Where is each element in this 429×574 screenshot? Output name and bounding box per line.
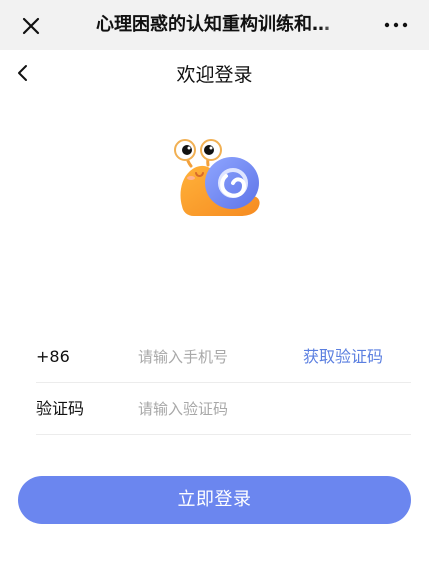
phone-row: +86 获取验证码 bbox=[36, 332, 411, 383]
code-row: 验证码 bbox=[36, 384, 411, 435]
login-button[interactable]: 立即登录 bbox=[18, 476, 411, 524]
verification-code-input[interactable] bbox=[138, 396, 288, 422]
window-title-text: 心理困惑的认知重构训练和… bbox=[96, 14, 330, 35]
snail-icon bbox=[174, 139, 260, 216]
verification-code-label: 验证码 bbox=[36, 399, 85, 418]
more-icon[interactable] bbox=[381, 14, 411, 36]
get-code-link[interactable]: 获取验证码 bbox=[303, 332, 383, 382]
top-bar: 心理困惑的认知重构训练和… bbox=[0, 0, 429, 50]
close-icon[interactable] bbox=[20, 15, 42, 37]
window-title: 心理困惑的认知重构训练和… bbox=[96, 12, 346, 38]
country-code-label: +86 bbox=[36, 347, 70, 366]
login-screen: 心理困惑的认知重构训练和… 欢迎登录 +86 请输入手机号 获取验证码 验证码 … bbox=[0, 0, 429, 574]
page-title: 欢迎登录 bbox=[176, 64, 253, 86]
phone-input[interactable] bbox=[138, 344, 288, 370]
